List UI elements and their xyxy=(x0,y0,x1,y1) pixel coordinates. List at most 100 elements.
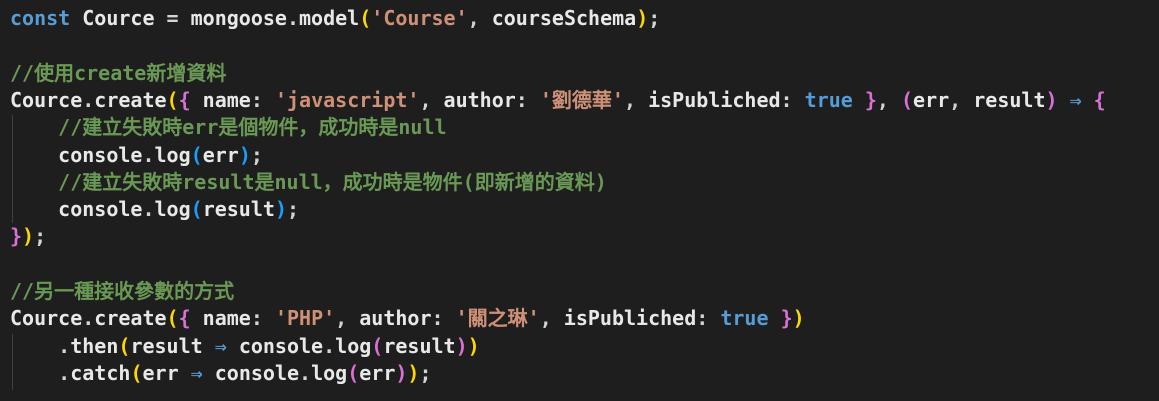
code-token-b2: } xyxy=(780,306,793,331)
code-token-b1: ( xyxy=(118,333,131,358)
code-line[interactable]: //建立失敗時result是null，成功時是物件(即新增的資料) xyxy=(10,169,607,196)
code-token-str: '關之琳' xyxy=(455,306,540,331)
code-token-punct xyxy=(10,170,58,194)
code-token-b1: ) xyxy=(407,360,420,385)
code-token-b3: ( xyxy=(190,197,203,222)
code-token-var: create xyxy=(94,87,167,112)
code-token-op: ⇒ xyxy=(178,360,215,385)
code-token-bool: true xyxy=(720,306,769,331)
code-line[interactable]: const Cource = mongoose.model('Course', … xyxy=(10,5,660,32)
code-token-punct xyxy=(10,115,58,139)
code-token-str: 'PHP' xyxy=(274,306,336,331)
code-token-var: err xyxy=(359,360,396,385)
code-token-punct xyxy=(853,88,865,112)
code-token-b2: ) xyxy=(1045,87,1058,112)
code-token-str: '劉德華' xyxy=(539,87,624,112)
code-token-punct xyxy=(10,143,58,167)
code-token-var: log xyxy=(311,360,348,385)
code-line[interactable]: .catch(err ⇒ console.log(err)); xyxy=(10,360,432,387)
code-token-var: err xyxy=(913,87,950,112)
code-line[interactable]: Cource.create({ name: 'PHP', author: '關之… xyxy=(10,305,805,332)
code-token-punct: ; xyxy=(419,360,432,385)
code-token-b2: ( xyxy=(347,360,360,385)
code-line[interactable]: //建立失敗時err是個物件，成功時是null xyxy=(10,114,447,141)
code-token-var: console xyxy=(238,333,324,358)
code-token-punct: ; xyxy=(34,224,47,249)
code-token-b1: ( xyxy=(166,306,179,331)
code-token-cmt: //另一種接收參數的方式 xyxy=(10,279,235,303)
code-token-punct: , xyxy=(335,306,360,331)
code-token-op: ⇒ xyxy=(1057,87,1094,112)
code-token-b1: ) xyxy=(792,306,805,331)
code-token-punct: : xyxy=(250,306,275,331)
code-token-punct: , xyxy=(949,87,974,112)
code-token-b2: ( xyxy=(900,87,914,112)
code-token-b2: } xyxy=(864,87,877,112)
code-token-punct xyxy=(10,334,58,358)
code-token-b1: ( xyxy=(130,360,143,385)
code-token-op: ⇒ xyxy=(202,333,239,358)
code-token-punct xyxy=(769,306,781,330)
code-token-b1: ) xyxy=(467,333,480,358)
code-token-punct: : xyxy=(696,306,721,331)
code-token-var: log xyxy=(154,197,191,222)
code-token-kw: const xyxy=(10,6,71,30)
code-token-punct: . xyxy=(82,87,95,112)
code-token-var: log xyxy=(154,142,191,167)
code-token-var: name xyxy=(190,306,251,331)
code-token-punct xyxy=(10,361,58,385)
code-line[interactable]: console.log(err); xyxy=(10,142,263,169)
code-token-var: author xyxy=(359,306,432,331)
code-token-b1: ( xyxy=(359,6,372,30)
code-line[interactable]: //另一種接收參數的方式 xyxy=(10,278,234,305)
code-token-punct: . xyxy=(82,306,95,331)
code-line[interactable]: //使用create新增資料 xyxy=(10,60,226,87)
code-token-cmt: //建立失敗時result是null，成功時是物件(即新增的資料) xyxy=(58,169,607,194)
code-token-punct: . xyxy=(58,360,71,385)
code-token-var: name xyxy=(190,87,251,112)
code-token-punct xyxy=(10,197,58,221)
code-token-b1: ( xyxy=(166,87,179,112)
code-token-punct: , xyxy=(623,87,649,112)
code-token-punct: . xyxy=(286,6,300,30)
code-token-var: err xyxy=(202,142,239,167)
code-line[interactable]: Cource.create({ name: 'javascript', auth… xyxy=(10,87,1106,114)
code-line[interactable]: .then(result ⇒ console.log(result)) xyxy=(10,333,480,360)
code-token-b3: ) xyxy=(274,197,287,222)
code-token-punct: . xyxy=(323,333,336,358)
code-token-var: console xyxy=(58,142,143,167)
code-token-var: result xyxy=(130,333,203,358)
code-token-var: result xyxy=(202,197,275,222)
code-token-punct: = xyxy=(154,6,191,30)
code-token-var: isPubliched xyxy=(563,306,697,331)
code-token-bool: true xyxy=(804,87,853,112)
code-token-cmt: //使用create新增資料 xyxy=(10,60,227,85)
code-token-b2: ( xyxy=(371,333,384,358)
code-line[interactable]: }); xyxy=(10,223,46,250)
code-token-punct: : xyxy=(431,306,456,331)
code-token-punct: . xyxy=(142,142,155,167)
code-token-b2: ) xyxy=(395,360,408,385)
code-token-var: catch xyxy=(70,360,131,385)
code-line[interactable]: console.log(result); xyxy=(10,196,299,223)
code-token-var: mongoose xyxy=(190,6,287,30)
code-token-b2: ) xyxy=(455,333,468,358)
code-token-str: 'javascript' xyxy=(274,87,420,112)
code-token-punct: . xyxy=(299,360,312,385)
code-token-punct: , xyxy=(539,306,564,331)
code-token-var: author xyxy=(443,87,516,112)
code-token-var: console xyxy=(58,197,143,222)
code-token-var xyxy=(70,6,82,30)
code-token-cmt: //建立失敗時err是個物件，成功時是null xyxy=(58,115,447,140)
code-token-var: then xyxy=(70,333,119,358)
code-token-b1: ) xyxy=(636,6,649,30)
code-token-var: console xyxy=(214,360,300,385)
code-token-var: err xyxy=(142,360,179,385)
code-token-punct: . xyxy=(58,333,71,358)
code-token-b3: ( xyxy=(190,142,203,167)
code-token-punct: , xyxy=(419,87,444,112)
code-token-b2: } xyxy=(10,224,23,249)
code-editor[interactable]: const Cource = mongoose.model('Course', … xyxy=(0,0,1159,401)
code-token-var: Cource xyxy=(10,87,83,112)
code-token-punct: ; xyxy=(286,197,300,222)
